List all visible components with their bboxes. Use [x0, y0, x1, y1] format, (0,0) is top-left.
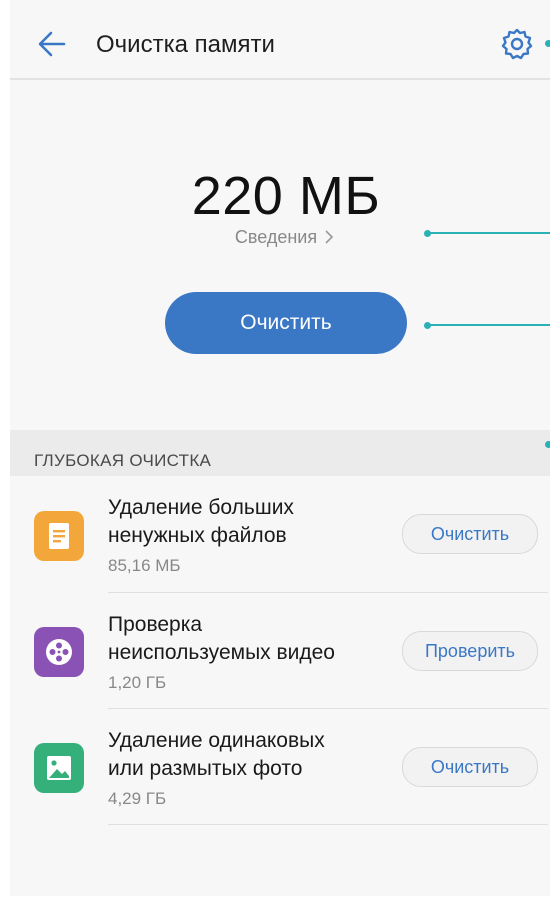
list-item-large-files: Удаление больших ненужных файлов 85,16 М…: [10, 476, 550, 593]
clean-large-files-button[interactable]: Очистить: [402, 514, 538, 554]
item-divider: [108, 824, 548, 825]
callout-line: [428, 232, 550, 234]
item-size: 4,29 ГБ: [108, 789, 167, 808]
section-title: ГЛУБОКАЯ ОЧИСТКА: [34, 451, 212, 470]
photo-icon: [34, 743, 84, 793]
arrow-left-icon: [38, 31, 66, 57]
details-link[interactable]: Сведения: [10, 227, 550, 248]
chevron-right-icon: [325, 230, 334, 244]
check-videos-button[interactable]: Проверить: [402, 631, 538, 671]
gear-icon: [501, 28, 533, 60]
bottom-margin: [0, 896, 550, 906]
clean-button[interactable]: Очистить: [165, 292, 407, 354]
item-title: Удаление одинаковых или размытых фото: [108, 729, 325, 780]
film-reel-icon: [34, 627, 84, 677]
junk-size-value: 220 МБ: [191, 166, 381, 226]
callout-line: [428, 324, 550, 326]
storage-cleaner-screen: Очистка памяти 220 МБ Сведения Очистить …: [10, 0, 550, 896]
item-size: 85,16 МБ: [108, 556, 181, 575]
settings-button[interactable]: [500, 27, 534, 61]
app-header: Очистка памяти: [10, 0, 550, 78]
callout-dot: [545, 40, 550, 47]
callout-dot: [545, 441, 550, 448]
page-title: Очистка памяти: [96, 31, 275, 58]
back-button[interactable]: [34, 26, 70, 62]
clean-photos-button[interactable]: Очистить: [402, 747, 538, 787]
list-item-duplicate-photos: Удаление одинаковых или размытых фото 4,…: [10, 709, 550, 826]
item-title: Проверка неиспользуемых видео: [108, 613, 335, 664]
header-divider: [10, 78, 550, 80]
item-size: 1,20 ГБ: [108, 673, 167, 692]
document-icon: [34, 511, 84, 561]
list-item-unused-videos: Проверка неиспользуемых видео 1,20 ГБ Пр…: [10, 593, 550, 710]
item-title: Удаление больших ненужных файлов: [108, 496, 294, 547]
details-label: Сведения: [234, 227, 318, 247]
